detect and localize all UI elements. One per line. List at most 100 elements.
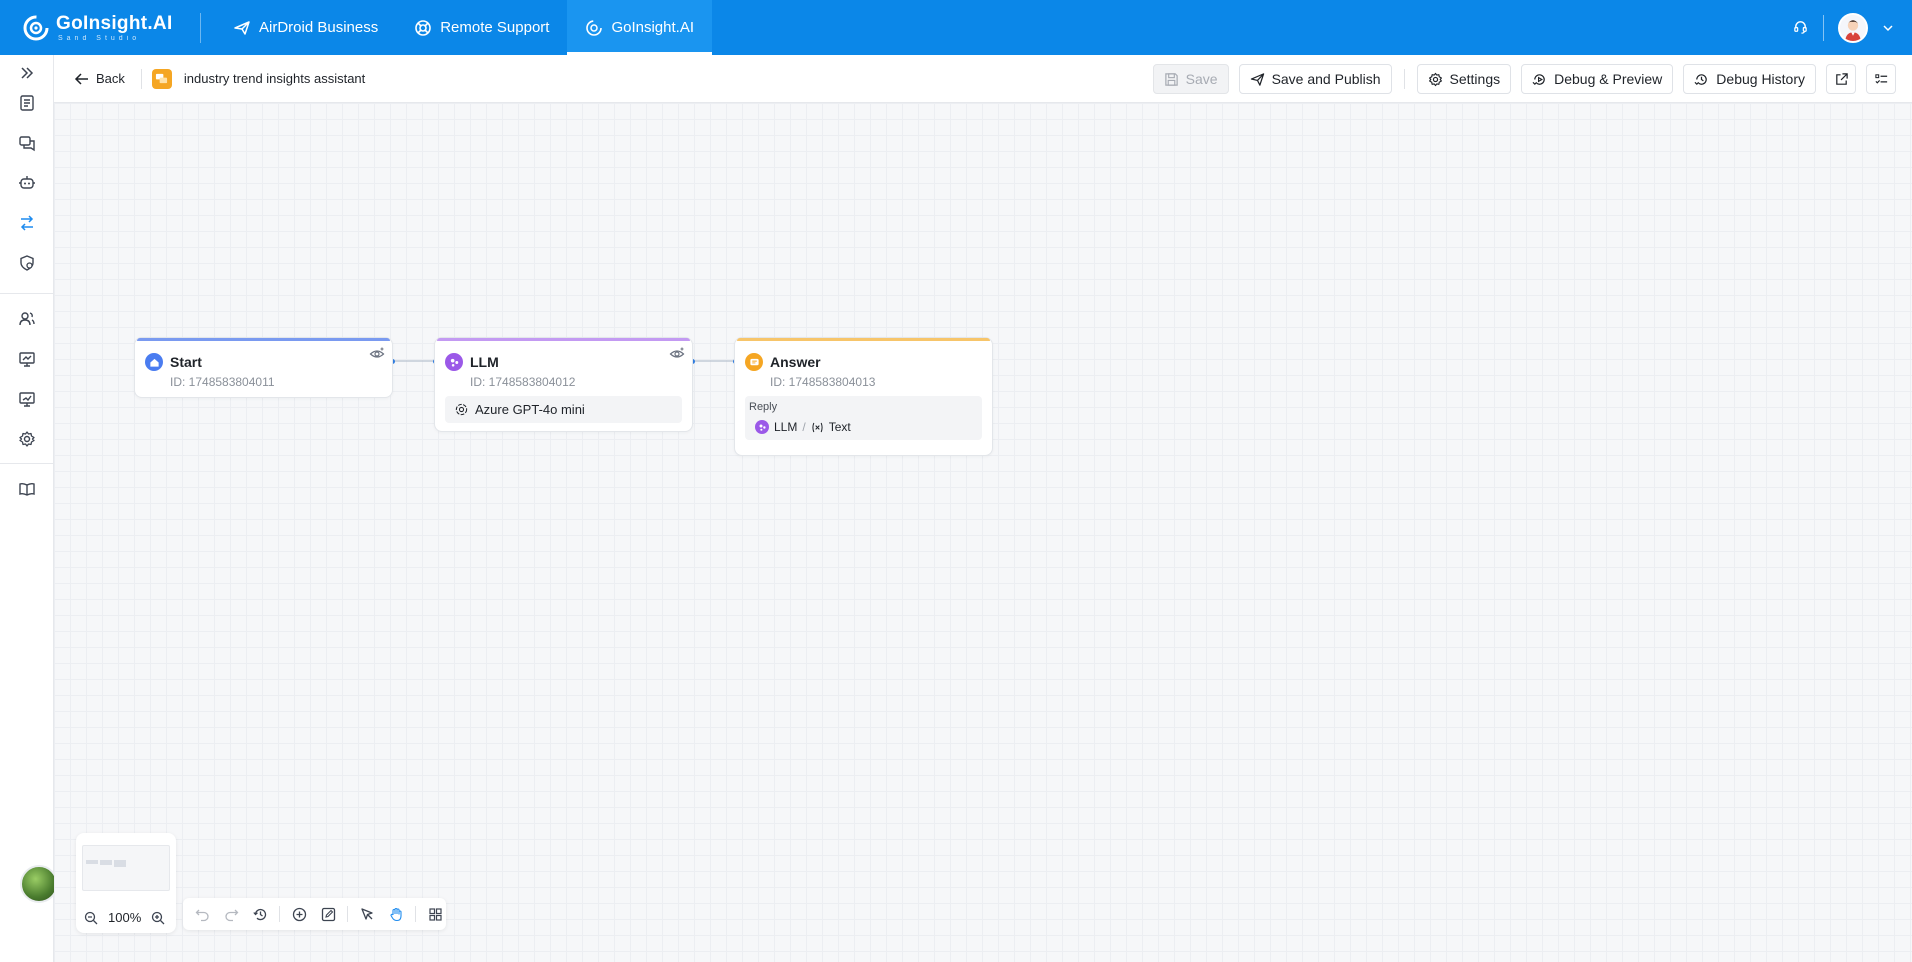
canvas-control-bar [183,898,446,930]
arrow-left-icon [74,72,88,85]
home-icon [145,353,163,371]
rail-item-monitor[interactable] [15,387,39,411]
plus-circle-icon [292,907,306,921]
header-divider [1823,14,1824,41]
minimap-viewport[interactable] [82,845,170,891]
workflow-icon [20,215,34,231]
model-name: Azure GPT-4o mini [475,402,585,417]
nav-label: Remote Support [440,19,550,36]
app-name: industry trend insights assistant [183,71,366,86]
goinsight-icon [586,19,603,36]
header-actions [1792,0,1894,55]
brand-title: GoInsight.AI [56,12,173,34]
support-agent-icon[interactable] [1792,19,1809,36]
message-icon [745,353,763,371]
llm-sparkle-icon [445,353,463,371]
chart-board-icon [19,352,35,367]
brand-logo[interactable]: GoInsight.AI Sand Studio [0,14,200,42]
zoom-in-icon[interactable] [151,911,165,925]
chevron-down-icon[interactable] [1882,22,1894,34]
document-icon [20,95,34,111]
rail-item-workflows[interactable] [15,211,39,235]
back-label: Back [96,71,125,86]
product-nav: AirDroid Business Remote Support GoInsig… [215,0,712,55]
add-node-button[interactable] [289,904,309,924]
paper-plane-icon [1250,72,1264,86]
rail-item-agents[interactable] [15,171,39,195]
save-button[interactable]: Save [1152,64,1229,94]
save-and-publish-label: Save and Publish [1271,71,1381,87]
zoom-controls: 100% [84,910,165,925]
expand-sidebar-button[interactable] [15,61,39,85]
robot-icon [19,176,35,189]
rail-item-docs[interactable] [15,477,39,501]
reply-box[interactable]: Reply LLM / Text [745,396,982,440]
chat-bubble-icon [156,73,168,84]
debug-preview-label: Debug & Preview [1554,71,1663,87]
save-and-publish-button[interactable]: Save and Publish [1238,64,1392,94]
nav-remote-support[interactable]: Remote Support [396,0,567,55]
external-link-icon [1835,72,1848,85]
debug-history-button[interactable]: Debug History [1683,64,1816,94]
node-start[interactable]: Start ID: 1748583804011 [134,337,393,398]
control-divider [279,906,280,922]
open-external-button[interactable] [1826,64,1856,94]
rail-item-conversations[interactable] [15,131,39,155]
debug-preview-button[interactable]: Debug & Preview [1521,64,1674,94]
hand-mode-button[interactable] [386,904,406,924]
pointer-mode-button[interactable] [357,904,377,924]
nav-goinsight-ai[interactable]: GoInsight.AI [567,0,712,55]
reply-variable[interactable]: LLM / Text [755,420,851,434]
reply-label: Reply [749,401,778,413]
zoom-out-icon[interactable] [84,911,98,925]
add-note-button[interactable] [318,904,338,924]
edges-layer [393,360,734,362]
open-book-icon [19,482,35,496]
double-chevron-right-icon [21,67,34,79]
model-selector[interactable]: Azure GPT-4o mini [445,396,682,423]
checklist-button[interactable] [1866,64,1896,94]
openai-icon [455,403,468,416]
toolbar-divider [140,68,142,89]
save-label: Save [1185,71,1218,87]
assistant-avatar[interactable] [20,865,58,903]
back-button[interactable]: Back [74,71,125,87]
history-icon [1694,73,1708,85]
undo-button[interactable] [192,904,212,924]
control-divider [415,906,416,922]
header-divider [200,12,201,43]
control-divider [347,906,348,922]
node-id: ID: 1748583804012 [470,375,576,389]
gear-icon [19,431,35,447]
minimap-nodes [86,860,126,867]
rail-item-settings[interactable] [15,427,39,451]
toolbar-actions: Save Save and Publish Settings Debug & P… [1152,64,1896,94]
layout-grid-icon [428,907,442,921]
paper-plane-icon [234,20,250,35]
rail-item-users[interactable] [15,307,39,331]
node-answer[interactable]: Answer ID: 1748583804013 Reply LLM / Tex… [734,337,993,456]
eye-settings-icon[interactable] [669,346,685,362]
eye-settings-icon[interactable] [369,346,385,362]
redo-icon [224,909,238,921]
minimap[interactable]: 100% [76,833,176,933]
rail-item-debug[interactable] [15,251,39,275]
workflow-canvas[interactable]: Start ID: 1748583804011 LLM ID: 17485838… [54,103,1912,962]
rail-item-analytics[interactable] [15,347,39,371]
auto-layout-button[interactable] [425,904,445,924]
user-avatar[interactable] [1838,12,1868,43]
undo-icon [195,909,209,921]
redo-button[interactable] [221,904,241,924]
rail-item-documents[interactable] [15,91,39,115]
history-button[interactable] [250,904,270,924]
pointer-icon [360,907,373,920]
note-edit-icon [321,907,335,921]
shield-search-icon [20,255,34,271]
settings-button[interactable]: Settings [1416,64,1512,94]
node-llm[interactable]: LLM ID: 1748583804012 Azure GPT-4o mini [434,337,693,432]
nav-airdroid-business[interactable]: AirDroid Business [215,0,396,55]
top-bar: GoInsight.AI Sand Studio AirDroid Busine… [0,0,1912,55]
node-id: ID: 1748583804011 [170,375,275,389]
goinsight-logo-icon [23,15,49,40]
settings-label: Settings [1449,71,1501,87]
